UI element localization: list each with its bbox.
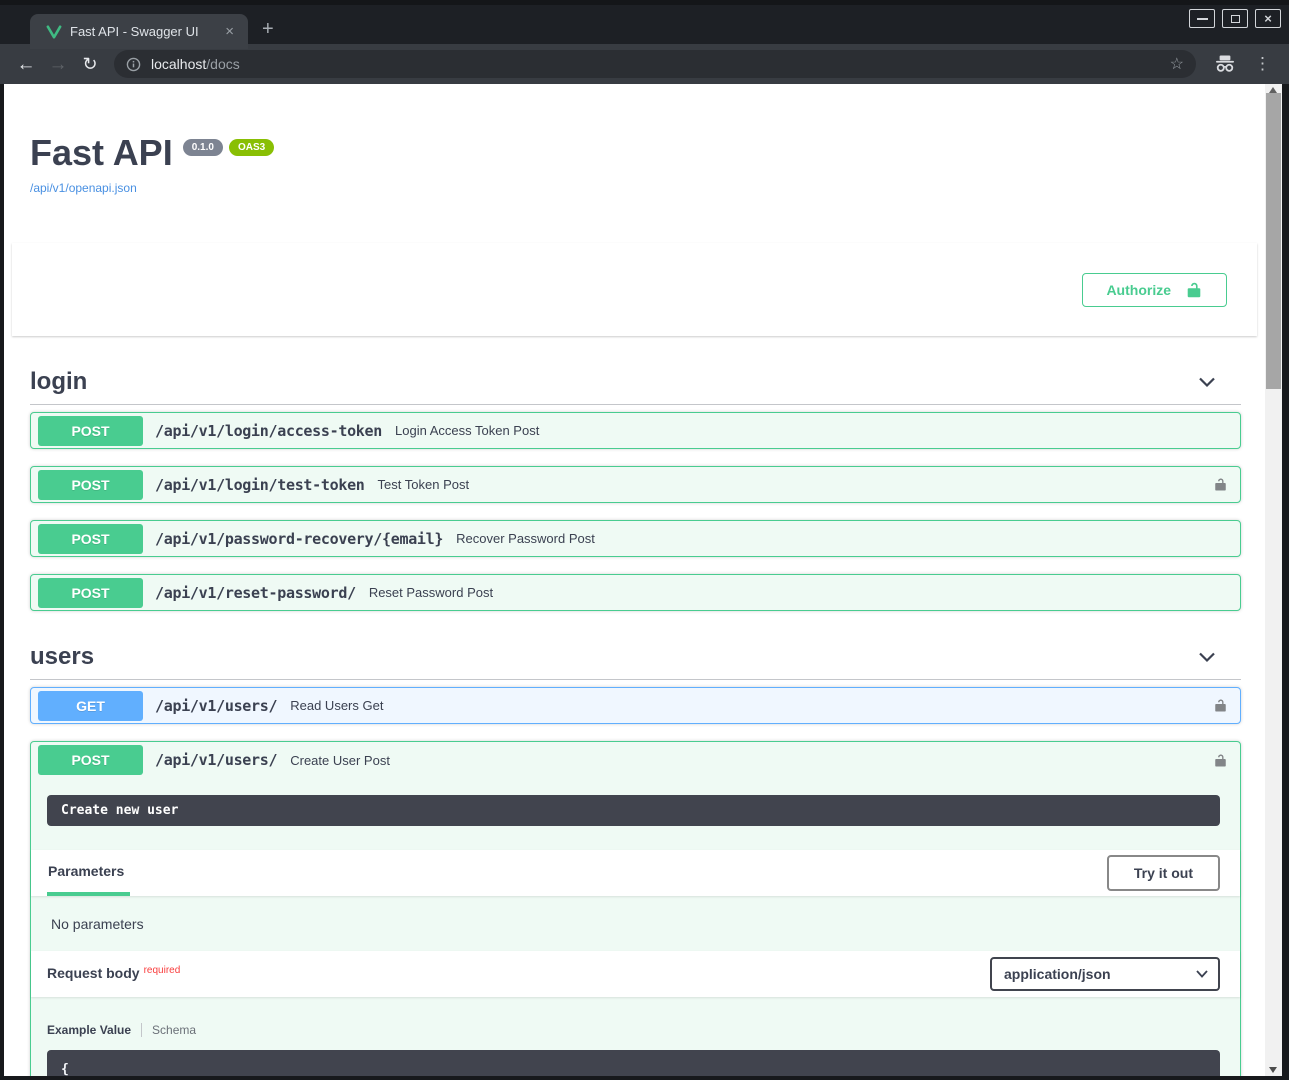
operation-description: Create new user xyxy=(47,795,1220,826)
method-badge: POST xyxy=(38,745,143,775)
unlocked-padlock-icon xyxy=(1213,698,1228,713)
unlocked-padlock-icon xyxy=(1213,477,1228,492)
parameters-header: Parameters Try it out xyxy=(31,850,1240,896)
required-label: required xyxy=(144,965,181,976)
tab-title: Fast API - Swagger UI xyxy=(70,24,221,39)
bookmark-star-icon[interactable]: ☆ xyxy=(1170,54,1184,74)
operation-path: /api/v1/users/ xyxy=(155,751,277,769)
favicon-v-icon xyxy=(46,25,62,39)
unlocked-padlock-icon xyxy=(1213,753,1228,768)
maximize-icon xyxy=(1231,15,1240,23)
tag-section-users: users GET /api/v1/users/ Read Users Get … xyxy=(30,637,1241,1076)
openapi-spec-link[interactable]: /api/v1/openapi.json xyxy=(30,181,137,195)
tag-header-login[interactable]: login xyxy=(30,362,1241,405)
operation-summary: Login Access Token Post xyxy=(395,423,539,438)
request-body-label: Request body xyxy=(47,965,140,981)
media-type-select[interactable]: application/json xyxy=(990,957,1220,991)
chevron-down-icon[interactable] xyxy=(1197,372,1217,392)
tab-separator xyxy=(141,1023,142,1037)
operation-row[interactable]: POST /api/v1/reset-password/ Reset Passw… xyxy=(30,574,1241,611)
method-badge: POST xyxy=(38,416,143,446)
operation-summary: Recover Password Post xyxy=(456,531,595,546)
try-it-out-button[interactable]: Try it out xyxy=(1107,855,1220,891)
operation-path: /api/v1/login/test-token xyxy=(155,476,365,494)
tab-close-icon[interactable]: × xyxy=(221,23,238,40)
lock-icon-button[interactable] xyxy=(1213,477,1228,492)
tag-name: users xyxy=(30,643,94,671)
chevron-down-icon[interactable] xyxy=(1197,647,1217,667)
operation-summary: Reset Password Post xyxy=(369,585,493,600)
site-info-icon[interactable] xyxy=(126,57,141,72)
operations-list-users: GET /api/v1/users/ Read Users Get xyxy=(30,687,1241,724)
tab-example-value[interactable]: Example Value xyxy=(47,1023,131,1037)
operation-summary: Read Users Get xyxy=(290,698,383,713)
example-json-code-block: { xyxy=(47,1050,1220,1076)
operation-path: /api/v1/users/ xyxy=(155,697,277,715)
lock-icon-button[interactable] xyxy=(1213,698,1228,713)
new-tab-icon[interactable]: + xyxy=(262,19,274,39)
chevron-down-icon xyxy=(1196,970,1208,978)
scrollbar-thumb[interactable] xyxy=(1266,93,1281,389)
browser-tab[interactable]: Fast API - Swagger UI × xyxy=(30,14,248,49)
incognito-icon xyxy=(1214,55,1236,73)
version-badge: 0.1.0 xyxy=(183,139,223,156)
parameters-tab: Parameters xyxy=(47,850,130,896)
method-badge: POST xyxy=(38,470,143,500)
url-path: /docs xyxy=(206,56,239,72)
oas3-badge: OAS3 xyxy=(229,139,274,156)
operation-path: /api/v1/login/access-token xyxy=(155,422,382,440)
minimize-icon xyxy=(1197,18,1208,20)
model-example-tabs: Example Value Schema xyxy=(47,1023,1220,1037)
page-scrollbar[interactable] xyxy=(1265,84,1282,1076)
back-icon[interactable]: ← xyxy=(10,55,42,74)
browser-toolbar: ← → ↻ localhost/docs ☆ ⋮ xyxy=(0,44,1289,84)
page-title: Fast API xyxy=(30,133,173,173)
method-badge: POST xyxy=(38,578,143,608)
address-bar[interactable]: localhost/docs ☆ xyxy=(114,50,1196,78)
browser-titlebar: Fast API - Swagger UI × + × xyxy=(0,0,1289,44)
operation-path: /api/v1/reset-password/ xyxy=(155,584,356,602)
close-icon: × xyxy=(1264,12,1272,25)
browser-menu-icon[interactable]: ⋮ xyxy=(1254,54,1271,74)
tag-section-login: login POST /api/v1/login/access-token Lo… xyxy=(30,362,1241,611)
tag-name: login xyxy=(30,368,87,396)
unlocked-padlock-icon xyxy=(1185,281,1203,299)
operation-row[interactable]: POST /api/v1/users/ Create User Post xyxy=(31,742,1240,778)
authorize-label: Authorize xyxy=(1106,282,1171,298)
operation-row[interactable]: GET /api/v1/users/ Read Users Get xyxy=(30,687,1241,724)
reload-icon[interactable]: ↻ xyxy=(74,55,106,73)
scheme-container: Authorize xyxy=(12,243,1257,336)
lock-icon-button[interactable] xyxy=(1213,753,1228,768)
window-controls: × xyxy=(1189,9,1281,28)
operation-row[interactable]: POST /api/v1/login/test-token Test Token… xyxy=(30,466,1241,503)
minimize-button[interactable] xyxy=(1189,9,1215,28)
operation-row[interactable]: POST /api/v1/password-recovery/{email} R… xyxy=(30,520,1241,557)
operation-row[interactable]: POST /api/v1/login/access-token Login Ac… xyxy=(30,412,1241,449)
authorize-button[interactable]: Authorize xyxy=(1082,273,1227,307)
url-host: localhost xyxy=(151,56,206,72)
media-type-value: application/json xyxy=(1004,966,1111,982)
forward-icon[interactable]: → xyxy=(42,55,74,74)
method-badge: POST xyxy=(38,524,143,554)
api-info-section: Fast API 0.1.0 OAS3 /api/v1/openapi.json xyxy=(30,133,1241,197)
operation-summary: Create User Post xyxy=(290,753,390,768)
method-badge: GET xyxy=(38,691,143,721)
scroll-down-arrow-icon[interactable] xyxy=(1269,1067,1277,1073)
operation-path: /api/v1/password-recovery/{email} xyxy=(155,530,443,548)
operation-summary: Test Token Post xyxy=(378,477,470,492)
request-body-header: Request body required application/json xyxy=(31,951,1240,997)
tag-header-users[interactable]: users xyxy=(30,637,1241,680)
maximize-button[interactable] xyxy=(1222,9,1248,28)
no-parameters-text: No parameters xyxy=(31,896,1240,951)
opblock-create-user-expanded: POST /api/v1/users/ Create User Post Cre… xyxy=(30,741,1241,1076)
operations-list-login: POST /api/v1/login/access-token Login Ac… xyxy=(30,412,1241,611)
page-viewport: Fast API 0.1.0 OAS3 /api/v1/openapi.json… xyxy=(4,84,1282,1076)
close-button[interactable]: × xyxy=(1255,9,1281,28)
tab-schema[interactable]: Schema xyxy=(152,1023,196,1037)
